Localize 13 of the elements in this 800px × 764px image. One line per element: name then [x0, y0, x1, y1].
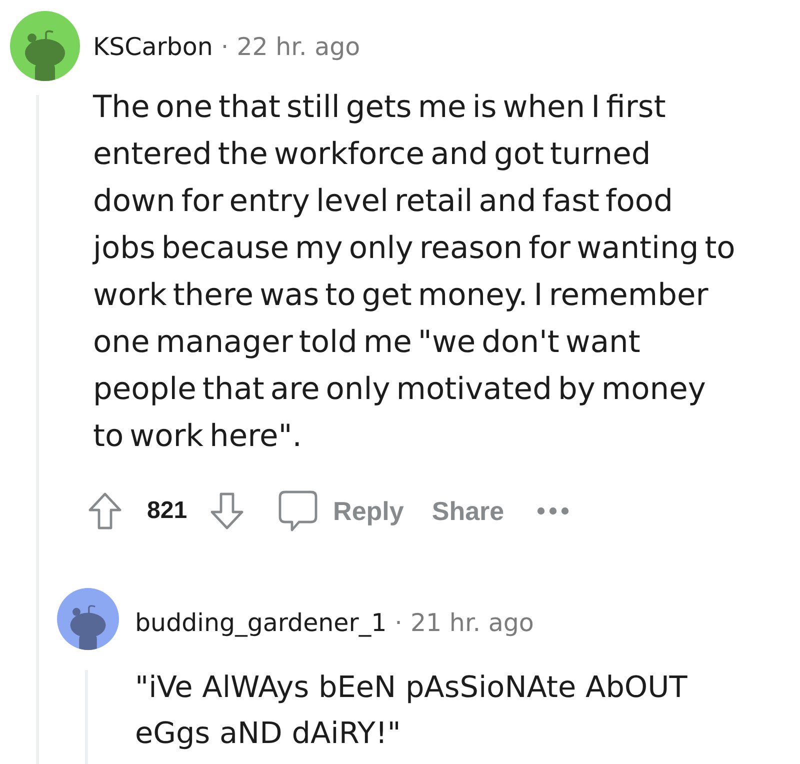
separator-dot: ·: [394, 608, 402, 636]
more-options-icon[interactable]: [536, 506, 570, 516]
vote-count: 821: [147, 497, 188, 525]
username[interactable]: budding_gardener_1: [135, 608, 387, 636]
upvote-icon[interactable]: [87, 491, 123, 531]
comment-text: "iVe AlWAys bEeN pAsSioNAte AbOUT eGgs aND dAiRY!": [135, 669, 688, 752]
downvote-icon[interactable]: [209, 491, 246, 531]
separator-dot: ·: [220, 32, 229, 60]
username[interactable]: KSCarbon: [93, 32, 213, 60]
speech-bubble-icon: [277, 489, 320, 533]
timestamp: 22 hr. ago: [236, 32, 360, 60]
timestamp: 21 hr. ago: [410, 608, 534, 636]
comment-text: The one that still gets me is when I first entered the workforce and got turned down for entry level retail and fast food jobs because my only reason for wanting to work there was to get money. I remember one manager told me "we don't want people that are only motivated by money to work here".: [93, 89, 736, 456]
